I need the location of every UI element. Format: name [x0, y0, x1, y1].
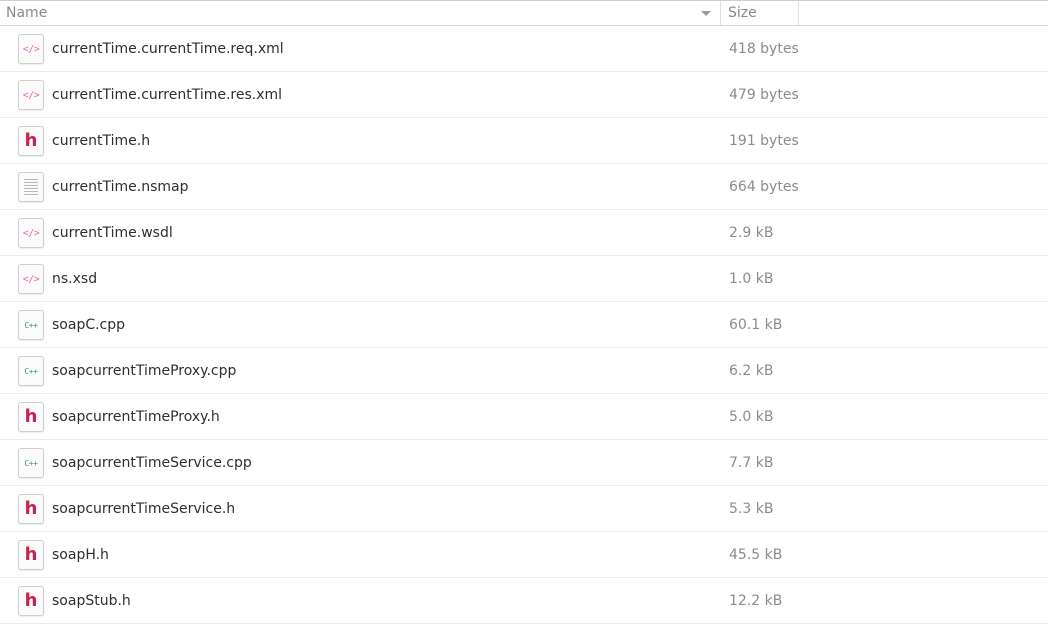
header-file-icon: h [18, 126, 44, 156]
file-name: soapcurrentTimeProxy.h [52, 409, 220, 425]
file-size: 60.1 kB [729, 317, 783, 333]
xml-file-icon: </> [18, 80, 44, 110]
file-row[interactable]: </> ns.xsd 1.0 kB [0, 256, 1048, 302]
file-row[interactable]: </> currentTime.currentTime.res.xml 479 by… [0, 72, 1048, 118]
sort-descending-icon [701, 11, 711, 16]
cpp-glyph: C++ [24, 458, 38, 468]
name-column-header[interactable]: Name [0, 1, 721, 25]
size-column-label: Size [728, 5, 757, 21]
file-size: 5.3 kB [729, 501, 774, 517]
file-size: 7.7 kB [729, 455, 774, 471]
file-name: currentTime.wsdl [52, 225, 173, 241]
xml-glyph: </> [22, 273, 40, 285]
file-size: 45.5 kB [729, 547, 783, 563]
file-row[interactable]: C++ soapcurrentTimeService.cpp 7.7 kB [0, 440, 1048, 486]
file-name: soapStub.h [52, 593, 131, 609]
file-size: 418 bytes [729, 41, 799, 57]
file-size: 1.0 kB [729, 271, 774, 287]
file-name: soapcurrentTimeService.h [52, 501, 236, 517]
header-file-icon: h [18, 586, 44, 616]
name-column-label: Name [6, 5, 48, 21]
file-size: 2.9 kB [729, 225, 774, 241]
cpp-file-icon: C++ [18, 310, 44, 340]
xml-glyph: </> [22, 227, 40, 239]
file-size: 479 bytes [729, 87, 799, 103]
file-row[interactable]: </> currentTime.currentTime.req.xml 418 by… [0, 26, 1048, 72]
xml-glyph: </> [22, 89, 40, 101]
xml-glyph: </> [22, 43, 40, 55]
cpp-file-icon: C++ [18, 356, 44, 386]
file-row[interactable]: h soapStub.h 12.2 kB [0, 578, 1048, 624]
text-file-icon [18, 172, 44, 202]
xml-file-icon: </> [18, 34, 44, 64]
file-size: 664 bytes [729, 179, 799, 195]
file-size: 12.2 kB [729, 593, 783, 609]
file-row[interactable]: h currentTime.h 191 bytes [0, 118, 1048, 164]
file-row[interactable]: C++ soapC.cpp 60.1 kB [0, 302, 1048, 348]
file-row[interactable]: h soapH.h 45.5 kB [0, 532, 1048, 578]
header-file-icon: h [18, 540, 44, 570]
header-file-icon: h [18, 402, 44, 432]
file-name: soapcurrentTimeProxy.cpp [52, 363, 237, 379]
file-size: 191 bytes [729, 133, 799, 149]
header-glyph: h [24, 130, 38, 151]
header-glyph: h [24, 544, 38, 565]
column-header-bar: Name Size [0, 1, 1048, 26]
file-list-view: Name Size </> currentTime.currentTime.req… [0, 0, 1048, 641]
text-lines-glyph [24, 179, 38, 195]
cpp-file-icon: C++ [18, 448, 44, 478]
file-row[interactable]: h soapcurrentTimeProxy.h 5.0 kB [0, 394, 1048, 440]
header-glyph: h [24, 590, 38, 611]
file-row[interactable]: currentTime.nsmap 664 bytes [0, 164, 1048, 210]
file-row[interactable]: </> currentTime.wsdl 2.9 kB [0, 210, 1048, 256]
size-column-header[interactable]: Size [721, 1, 799, 25]
file-name: currentTime.nsmap [52, 179, 189, 195]
header-glyph: h [24, 406, 38, 427]
file-name: soapC.cpp [52, 317, 126, 333]
xml-file-icon: </> [18, 264, 44, 294]
file-name: currentTime.currentTime.res.xml [52, 87, 283, 103]
header-glyph: h [24, 498, 38, 519]
xml-file-icon: </> [18, 218, 44, 248]
cpp-glyph: C++ [24, 366, 38, 376]
file-size: 5.0 kB [729, 409, 774, 425]
file-name: soapcurrentTimeService.cpp [52, 455, 252, 471]
file-row[interactable]: h soapcurrentTimeService.h 5.3 kB [0, 486, 1048, 532]
cpp-glyph: C++ [24, 320, 38, 330]
file-name: currentTime.currentTime.req.xml [52, 41, 284, 57]
file-size: 6.2 kB [729, 363, 774, 379]
file-rows: </> currentTime.currentTime.req.xml 418 by… [0, 26, 1048, 624]
file-row[interactable]: C++ soapcurrentTimeProxy.cpp 6.2 kB [0, 348, 1048, 394]
file-name: soapH.h [52, 547, 109, 563]
file-name: ns.xsd [52, 271, 98, 287]
header-file-icon: h [18, 494, 44, 524]
file-name: currentTime.h [52, 133, 151, 149]
